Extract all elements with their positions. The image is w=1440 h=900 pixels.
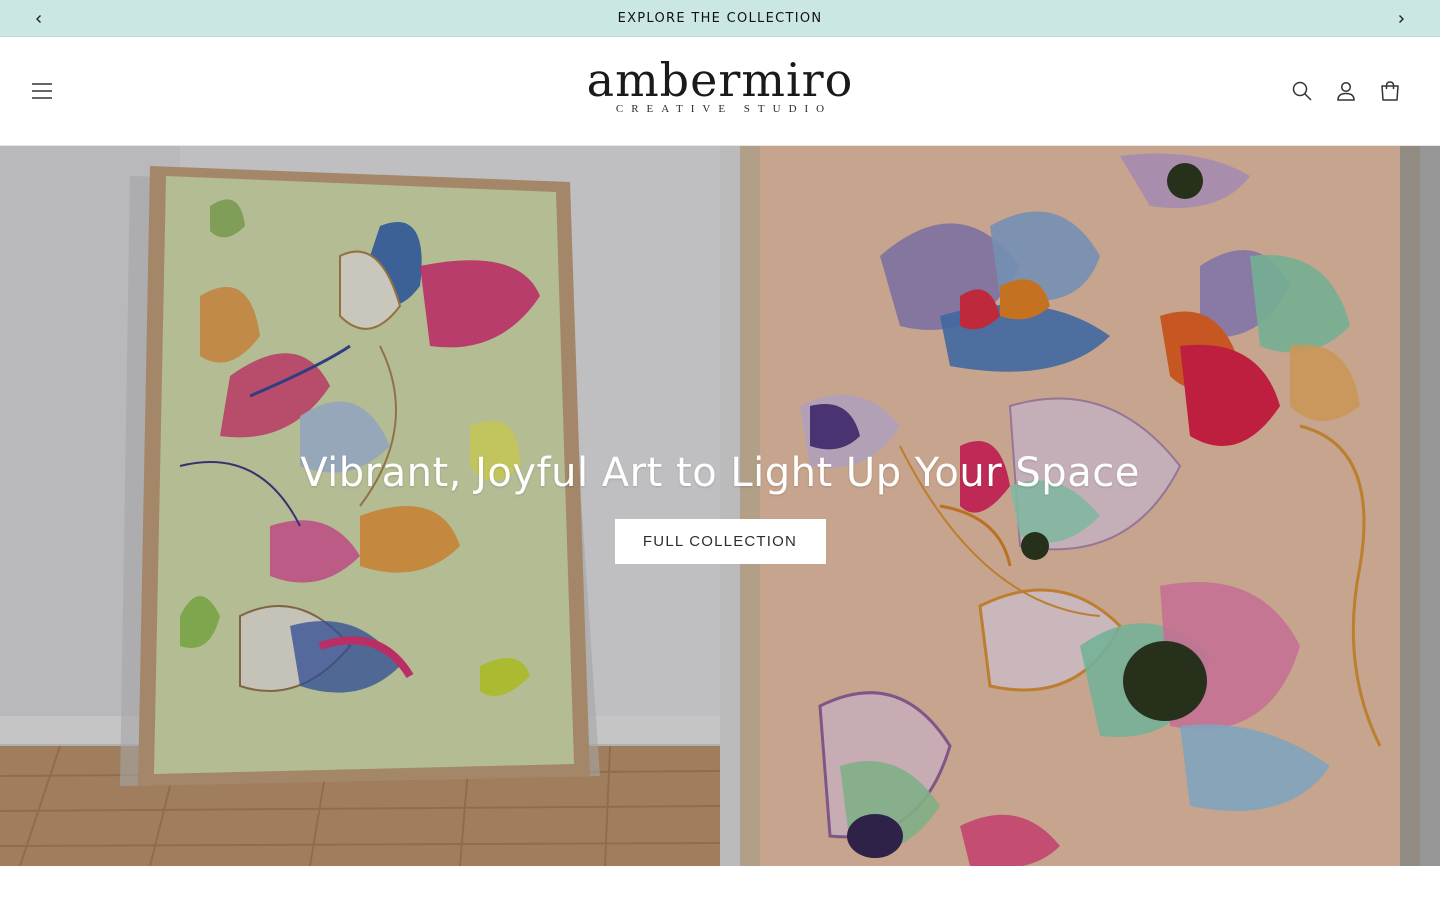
search-icon — [1292, 81, 1312, 101]
hero-heading: Vibrant, Joyful Art to Light Up Your Spa… — [300, 450, 1140, 496]
announcement-text[interactable]: EXPLORE THE COLLECTION — [618, 11, 823, 26]
logo-wordmark: ambermiro — [586, 53, 854, 107]
announcement-bar: EXPLORE THE COLLECTION — [0, 0, 1440, 37]
full-collection-button[interactable]: FULL COLLECTION — [614, 519, 826, 564]
announcement-next-button[interactable] — [1389, 7, 1413, 31]
hamburger-menu-icon — [32, 83, 52, 99]
account-button[interactable] — [1330, 75, 1362, 107]
announcement-prev-button[interactable] — [27, 7, 51, 31]
hero-content: Vibrant, Joyful Art to Light Up Your Spa… — [0, 446, 1440, 564]
site-logo[interactable]: ambermiro CREATIVE STUDIO — [560, 53, 880, 125]
site-header: ambermiro CREATIVE STUDIO — [0, 37, 1440, 146]
search-button[interactable] — [1286, 75, 1318, 107]
cart-button[interactable] — [1374, 75, 1406, 107]
chevron-left-icon — [36, 15, 41, 23]
account-icon — [1337, 81, 1355, 101]
hero-banner: Vibrant, Joyful Art to Light Up Your Spa… — [0, 146, 1440, 866]
menu-button[interactable] — [26, 75, 58, 107]
chevron-right-icon — [1399, 15, 1404, 23]
cart-icon — [1381, 81, 1399, 101]
